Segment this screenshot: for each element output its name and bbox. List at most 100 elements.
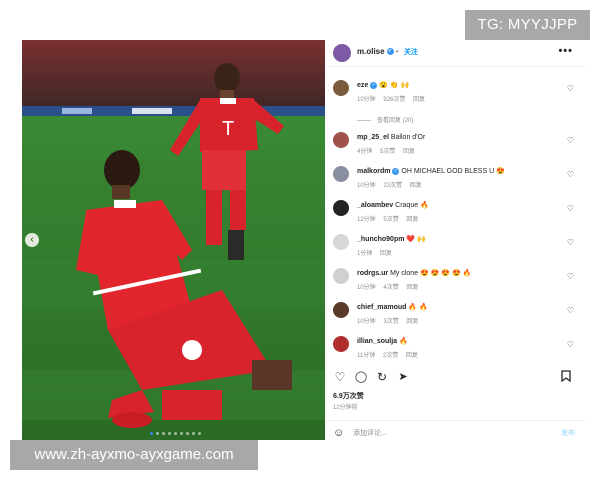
view-replies-link[interactable]: 查看回复 (20) (357, 115, 413, 124)
comment-heart-icon[interactable]: ♡ (567, 272, 574, 281)
reply-button[interactable]: 回复 (380, 251, 392, 257)
comment-likes[interactable]: 926次赞 (383, 97, 405, 103)
comment-item: mp_25_el Ballon d'Or 4分钟 5次赞 回复 ♡ (327, 132, 585, 162)
comment-meta: 11分钟 2次赞 回复 (357, 350, 424, 359)
likes-count[interactable]: 6.9万次赞 (333, 391, 364, 401)
comment-heart-icon[interactable]: ♡ (567, 170, 574, 179)
more-options-icon[interactable]: ••• (558, 45, 573, 57)
comment-heart-icon[interactable]: ♡ (567, 238, 574, 247)
comment-heart-icon[interactable]: ♡ (567, 84, 574, 93)
comment-meta: 10分钟 3次赞 回复 (357, 316, 424, 325)
comment-username[interactable]: _huncho90pm (357, 236, 404, 243)
author-line: m.olise ✓ • 关注 (357, 47, 418, 56)
comment-meta: 10分钟 23次赞 回复 (357, 180, 428, 189)
comment-likes[interactable]: 3次赞 (383, 319, 398, 325)
comment-time: 10分钟 (357, 285, 376, 291)
verified-badge-icon: ✓ (370, 81, 378, 89)
like-heart-icon[interactable]: ♡ (333, 370, 347, 384)
comment-item: malkordm ✓ OH MICHAEL GOD BLESS U 😍 10分钟 … (327, 166, 585, 196)
comment-content: Ballon d'Or (390, 134, 426, 141)
comment-username[interactable]: chief_mamoud (357, 304, 406, 311)
carousel-dot (192, 432, 195, 435)
comment-likes[interactable]: 23次赞 (383, 183, 402, 189)
repost-icon[interactable]: ↻ (375, 370, 389, 384)
comment-heart-icon[interactable]: ♡ (567, 136, 574, 145)
comment-likes[interactable]: 2次赞 (383, 353, 398, 359)
comment-meta: 1分钟 回复 (357, 248, 398, 257)
comment-avatar[interactable] (333, 302, 349, 318)
comment-likes[interactable]: 5次赞 (383, 217, 398, 223)
comment-text: malkordm ✓ OH MICHAEL GOD BLESS U 😍 (357, 167, 505, 176)
comment-username[interactable]: _aloambev (357, 202, 393, 209)
reply-button[interactable]: 回复 (413, 97, 425, 103)
emoji-icon[interactable]: ☺ (333, 427, 345, 439)
comment-time: 12分钟 (357, 217, 376, 223)
carousel-prev-button[interactable]: ‹ (25, 233, 39, 247)
comment-time: 10分钟 (357, 97, 376, 103)
reply-button[interactable]: 回复 (406, 319, 418, 325)
comment-heart-icon[interactable]: ♡ (567, 340, 574, 349)
comment-text: chief_mamoud 🔥 🔥 (357, 303, 428, 312)
bookmark-shape (561, 370, 571, 383)
comment-item: _aloambev Craque 🔥 12分钟 5次赞 回复 ♡ (327, 200, 585, 230)
post-actions-bar: ♡ ◯ ↻ ➤ (327, 370, 585, 388)
reply-button[interactable]: 回复 (410, 183, 422, 189)
comment-username[interactable]: illian_soulja (357, 338, 397, 345)
post-side-panel: m.olise ✓ • 关注 ••• eze ✓ 😮 👏 🙌 10分钟 926次赞 … (327, 40, 585, 444)
comment-time: 4分钟 (357, 149, 373, 155)
comment-avatar[interactable] (333, 268, 349, 284)
post-photo[interactable]: T ‹ (22, 40, 325, 440)
comment-avatar[interactable] (333, 132, 349, 148)
comment-meta: 10分钟 4次赞 回复 (357, 282, 424, 291)
comment-heart-icon[interactable]: ♡ (567, 306, 574, 315)
author-username[interactable]: m.olise (357, 47, 385, 56)
comment-username[interactable]: mp_25_el (357, 134, 389, 141)
verified-badge-icon: ✓ (386, 48, 394, 56)
view-replies-label: 查看回复 (20) (377, 118, 414, 124)
reply-button[interactable]: 回复 (406, 353, 418, 359)
comment-item: illian_soulja 🔥 11分钟 2次赞 回复 ♡ (327, 336, 585, 366)
post-comment-button[interactable]: 发布 (561, 428, 575, 438)
comment-content: 🔥 (399, 338, 408, 345)
comment-meta: 12分钟 5次赞 回复 (357, 214, 424, 223)
comment-icon[interactable]: ◯ (354, 370, 368, 384)
author-avatar[interactable] (333, 44, 351, 62)
share-icon[interactable]: ➤ (396, 370, 410, 384)
comment-avatar[interactable] (333, 166, 349, 182)
comment-time: 10分钟 (357, 183, 376, 189)
comment-username[interactable]: eze (357, 82, 368, 89)
bookmark-icon[interactable] (559, 370, 573, 384)
comment-text: mp_25_el Ballon d'Or (357, 133, 425, 142)
instagram-post-card: T ‹ m.olise ✓ • 关注 ••• eze ✓ 😮 👏 🙌 10分钟 … (22, 40, 585, 444)
comment-heart-icon[interactable]: ♡ (567, 204, 574, 213)
carousel-dot (174, 432, 177, 435)
carousel-dots (150, 432, 201, 435)
comment-content: My clone 😍 😍 😍 😍 🔥 (390, 270, 472, 277)
comment-item: rodrgs.ur My clone 😍 😍 😍 😍 🔥 10分钟 4次赞 回复… (327, 268, 585, 298)
comment-username[interactable]: malkordm (357, 168, 390, 175)
replies-divider (357, 119, 371, 121)
reply-button[interactable]: 回复 (403, 149, 415, 155)
reply-button[interactable]: 回复 (406, 217, 418, 223)
comment-time: 1分钟 (357, 251, 373, 257)
comment-content: OH MICHAEL GOD BLESS U 😍 (401, 168, 505, 175)
comment-avatar[interactable] (333, 80, 349, 96)
comment-likes[interactable]: 4次赞 (383, 285, 398, 291)
add-comment-input[interactable] (353, 426, 543, 440)
carousel-dot (186, 432, 189, 435)
follow-button[interactable]: 关注 (404, 49, 418, 56)
comment-content: Craque 🔥 (395, 202, 429, 209)
comment-text: eze ✓ 😮 👏 🙌 (357, 81, 409, 90)
comment-likes[interactable]: 5次赞 (380, 149, 395, 155)
carousel-dot (156, 432, 159, 435)
carousel-dot (162, 432, 165, 435)
comment-item: eze ✓ 😮 👏 🙌 10分钟 926次赞 回复 ♡ (327, 80, 585, 110)
comment-avatar[interactable] (333, 200, 349, 216)
comment-text: _aloambev Craque 🔥 (357, 201, 429, 210)
comment-avatar[interactable] (333, 234, 349, 250)
comment-content: ❤️ 🙌 (406, 236, 426, 243)
comment-avatar[interactable] (333, 336, 349, 352)
reply-button[interactable]: 回复 (406, 285, 418, 291)
comment-username[interactable]: rodrgs.ur (357, 270, 388, 277)
comment-item: chief_mamoud 🔥 🔥 10分钟 3次赞 回复 ♡ (327, 302, 585, 332)
